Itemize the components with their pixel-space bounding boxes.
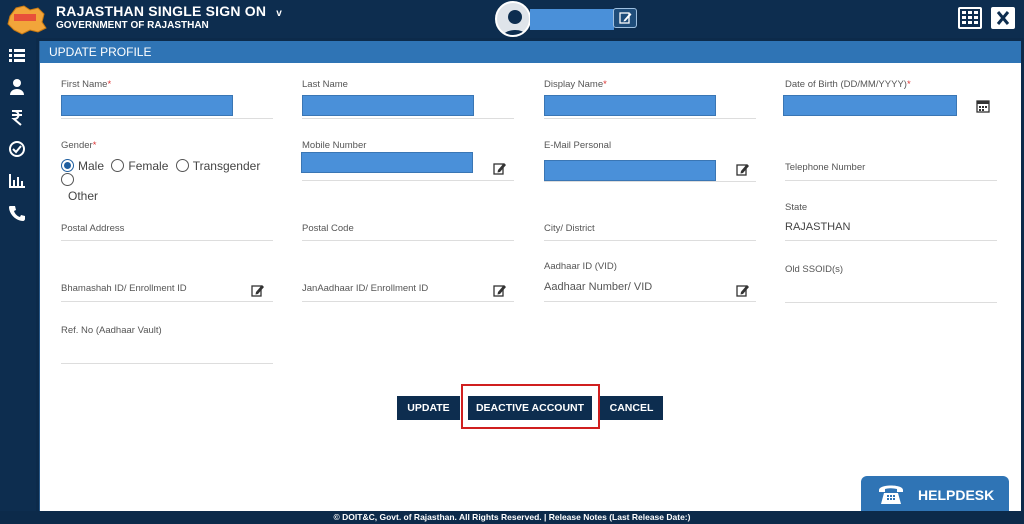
- gender-field: Gender*: [61, 140, 273, 160]
- apps-grid-icon: [962, 11, 978, 24]
- display-name-field: Display Name*: [544, 79, 756, 119]
- state-field[interactable]: State RAJASTHAN: [785, 199, 997, 241]
- user-silhouette-icon: [502, 10, 528, 35]
- app-title[interactable]: RAJASTHAN SINGLE SIGN ON v: [56, 3, 282, 19]
- edit-icon[interactable]: [251, 283, 265, 297]
- required-mark: *: [603, 79, 607, 90]
- gender-label: Gender: [61, 140, 93, 151]
- bhamashah-field[interactable]: Bhamashah ID/ Enrollment ID: [61, 282, 273, 302]
- dob-label: Date of Birth (DD/MM/YYYY): [785, 79, 907, 90]
- city-district-field[interactable]: City/ District: [544, 221, 756, 241]
- city-district-label: City/ District: [544, 223, 595, 234]
- edit-icon[interactable]: [736, 162, 750, 176]
- display-name-label: Display Name: [544, 79, 604, 90]
- old-ssoid-label: Old SSOID(s): [785, 264, 844, 275]
- edit-icon: [619, 12, 632, 24]
- ref-no-label: Ref. No (Aadhaar Vault): [61, 325, 162, 336]
- rupee-icon[interactable]: [8, 108, 26, 126]
- aadhaar-label: Aadhaar ID (VID): [544, 261, 617, 272]
- radio-transgender[interactable]: [175, 159, 189, 172]
- last-name-input[interactable]: [302, 95, 474, 116]
- gender-transgender-option[interactable]: Transgender: [175, 159, 260, 173]
- rajasthan-map-logo[interactable]: [4, 2, 48, 36]
- sidebar: [0, 38, 36, 512]
- edit-profile-button[interactable]: [613, 8, 637, 28]
- janaadhaar-label: JanAadhaar ID/ Enrollment ID: [302, 283, 429, 294]
- telephone-field: Telephone Number: [785, 140, 997, 182]
- gender-other-radio[interactable]: [61, 173, 78, 187]
- edit-icon[interactable]: [493, 161, 507, 175]
- telephone-label[interactable]: Telephone Number: [785, 162, 865, 173]
- telephone-icon: [879, 485, 903, 504]
- apps-grid-button[interactable]: [958, 7, 982, 29]
- postal-code-field[interactable]: Postal Code: [302, 221, 514, 241]
- dob-input[interactable]: [783, 95, 957, 116]
- display-name-input[interactable]: [544, 95, 716, 116]
- mobile-field: Mobile Number: [301, 140, 514, 182]
- app-subtitle: GOVERNMENT OF RAJASTHAN: [56, 20, 209, 31]
- helpdesk-label: HELPDESK: [918, 487, 995, 503]
- check-circle-icon[interactable]: [8, 140, 26, 158]
- email-field: E-Mail Personal: [544, 140, 756, 182]
- state-value: RAJASTHAN: [785, 221, 851, 233]
- first-name-label: First Name: [61, 79, 108, 90]
- aadhaar-field[interactable]: Aadhaar ID (VID) Aadhaar Number/ VID: [544, 261, 756, 303]
- postal-address-label: Postal Address: [61, 223, 125, 234]
- chevron-down-icon[interactable]: v: [276, 8, 282, 19]
- last-name-label: Last Name: [302, 79, 348, 90]
- menu-icon[interactable]: [8, 46, 26, 64]
- email-input[interactable]: [544, 160, 716, 181]
- bar-chart-icon[interactable]: [8, 172, 26, 190]
- bhamashah-label: Bhamashah ID/ Enrollment ID: [61, 283, 187, 294]
- user-icon[interactable]: [8, 78, 26, 96]
- required-mark: *: [906, 79, 911, 90]
- edit-icon[interactable]: [493, 283, 507, 297]
- postal-address-field[interactable]: Postal Address: [61, 221, 273, 241]
- mobile-input[interactable]: [301, 152, 473, 173]
- user-name-redacted: [530, 9, 614, 30]
- top-bar: RAJASTHAN SINGLE SIGN ON v GOVERNMENT OF…: [0, 0, 1024, 38]
- required-mark: *: [92, 140, 97, 151]
- required-mark: *: [107, 79, 112, 90]
- deactive-account-button[interactable]: DEACTIVE ACCOUNT: [468, 396, 592, 420]
- gender-male-option[interactable]: Male: [61, 159, 104, 173]
- first-name-input[interactable]: [61, 95, 233, 116]
- gender-radio-group: Male Female Transgender Other: [61, 159, 281, 203]
- first-name-field: First Name*: [61, 79, 273, 119]
- radio-female[interactable]: [111, 159, 125, 172]
- app-title-text: RAJASTHAN SINGLE SIGN ON: [56, 3, 267, 19]
- close-button[interactable]: [991, 7, 1015, 29]
- update-profile-panel: UPDATE PROFILE First Name* Last Name Dis…: [39, 41, 1021, 512]
- email-label: E-Mail Personal: [544, 140, 612, 151]
- panel-title: UPDATE PROFILE: [40, 41, 1021, 63]
- gender-other-label[interactable]: Other: [68, 189, 281, 203]
- update-button[interactable]: UPDATE: [397, 396, 460, 420]
- cancel-button[interactable]: CANCEL: [600, 396, 663, 420]
- close-icon: [996, 11, 1010, 25]
- state-label: State: [785, 202, 808, 213]
- last-name-field: Last Name: [302, 79, 514, 119]
- mobile-label: Mobile Number: [302, 140, 367, 151]
- aadhaar-input-placeholder[interactable]: Aadhaar Number/ VID: [544, 281, 652, 293]
- radio-other[interactable]: [61, 173, 74, 186]
- footer: © DOIT&C, Govt. of Rajasthan. All Rights…: [0, 511, 1024, 524]
- helpdesk-button[interactable]: HELPDESK: [861, 476, 1009, 512]
- janaadhaar-field[interactable]: JanAadhaar ID/ Enrollment ID: [302, 282, 514, 302]
- calendar-icon[interactable]: [976, 99, 990, 113]
- gender-female-option[interactable]: Female: [111, 159, 168, 173]
- dob-field: Date of Birth (DD/MM/YYYY)*: [783, 79, 997, 119]
- radio-male[interactable]: [61, 159, 74, 172]
- edit-icon[interactable]: [736, 283, 750, 297]
- user-avatar[interactable]: [495, 1, 531, 37]
- phone-icon[interactable]: [8, 204, 26, 222]
- old-ssoid-field[interactable]: Old SSOID(s): [785, 263, 997, 303]
- ref-no-field[interactable]: Ref. No (Aadhaar Vault): [61, 324, 273, 364]
- postal-code-label: Postal Code: [302, 223, 354, 234]
